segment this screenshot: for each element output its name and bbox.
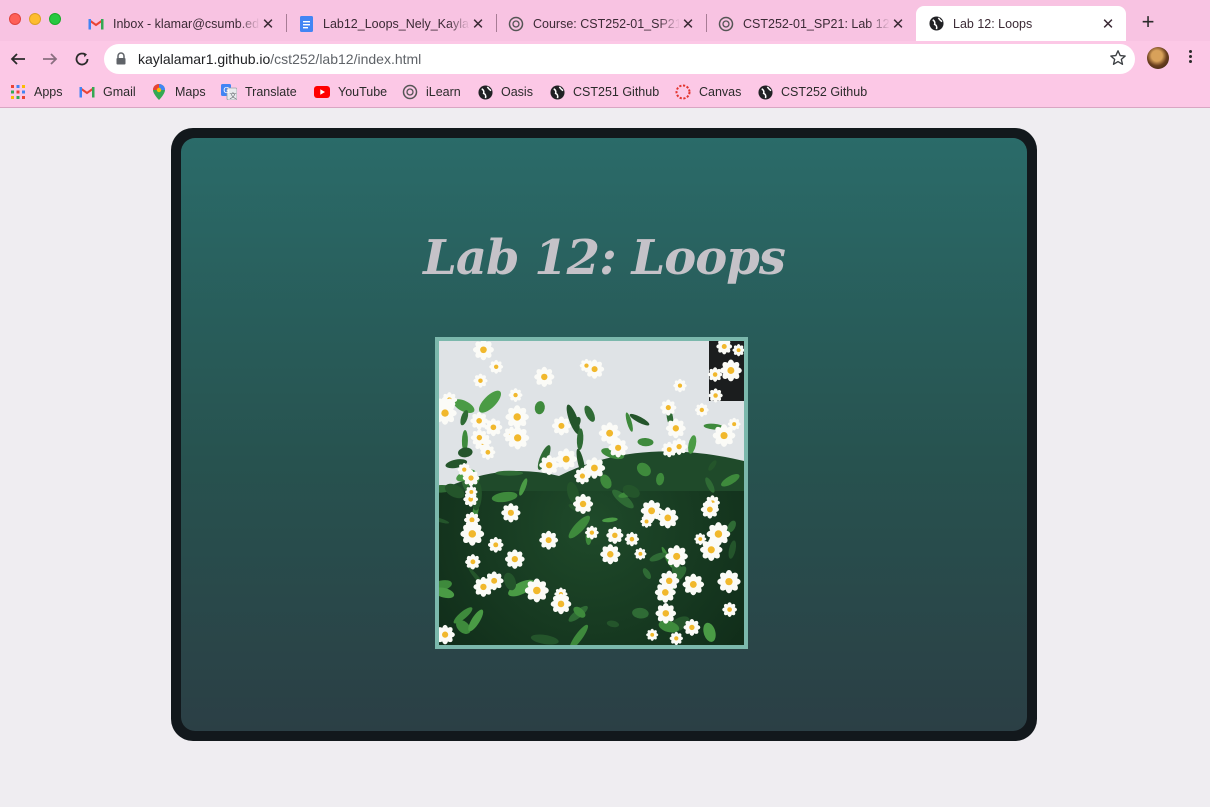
- bookmark-label: Oasis: [501, 85, 533, 99]
- gmail-icon: [79, 84, 95, 100]
- bookmark-label: iLearn: [426, 85, 461, 99]
- lock-icon[interactable]: [116, 52, 126, 70]
- translate-icon: G文: [221, 84, 237, 100]
- bookmark-label: Maps: [175, 85, 206, 99]
- bookmark-ilearn[interactable]: iLearn: [402, 82, 461, 102]
- bookmark-youtube[interactable]: YouTube: [314, 82, 387, 102]
- apps-grid-icon: [10, 84, 26, 100]
- tab-title: Inbox - klamar@csumb.edu: [113, 16, 260, 31]
- bookmark-gmail[interactable]: Gmail: [79, 82, 136, 102]
- bookmark-canvas[interactable]: Canvas: [675, 82, 741, 102]
- bookmark-label: YouTube: [338, 85, 388, 99]
- bookmark-label: Canvas: [699, 85, 742, 99]
- bookmark-cst252-github[interactable]: CST252 Github: [757, 82, 867, 102]
- close-window-button[interactable]: [9, 13, 21, 25]
- close-tab-icon[interactable]: ✕: [260, 15, 276, 33]
- close-tab-icon[interactable]: ✕: [470, 15, 486, 33]
- bookmark-maps[interactable]: Maps: [151, 82, 206, 102]
- url-host: kaylalamar1.github.io: [138, 51, 271, 67]
- gmail-icon: [88, 16, 104, 32]
- browser-menu-icon[interactable]: [1182, 48, 1198, 68]
- globe-icon: [757, 84, 773, 100]
- globe-icon: [549, 84, 565, 100]
- tab-title: Lab12_Loops_Nely_Kayla: [323, 16, 469, 31]
- forward-arrow-icon[interactable]: [38, 47, 62, 71]
- tab-docs[interactable]: Lab12_Loops_Nely_Kayla ✕: [286, 6, 496, 41]
- bookmark-oasis[interactable]: Oasis: [477, 82, 533, 102]
- bookmark-label: CST251 Github: [573, 85, 660, 99]
- tab-title: Lab 12: Loops: [953, 16, 1033, 31]
- globe-icon: [928, 16, 944, 32]
- globe-icon: [477, 84, 493, 100]
- close-tab-icon[interactable]: ✕: [1100, 15, 1116, 33]
- maps-pin-icon: [151, 84, 167, 100]
- close-tab-icon[interactable]: ✕: [680, 15, 696, 33]
- bookmarks-bar: Apps Gmail Maps G文 Translate YouTube iLe…: [0, 77, 1210, 108]
- bookmark-star-icon[interactable]: [1109, 49, 1127, 72]
- close-tab-icon[interactable]: ✕: [890, 15, 906, 33]
- new-tab-button[interactable]: +: [1139, 10, 1157, 34]
- bookmark-cst251-github[interactable]: CST251 Github: [549, 82, 659, 102]
- minimize-window-button[interactable]: [29, 13, 41, 25]
- daisy-flowers-image: [439, 341, 744, 645]
- ilearn-icon: [718, 16, 734, 32]
- bookmark-label: Apps: [34, 85, 63, 99]
- google-docs-icon: [298, 15, 314, 32]
- bookmark-label: Translate: [245, 85, 297, 99]
- back-arrow-icon[interactable]: [6, 47, 30, 71]
- bookmark-label: CST252 Github: [781, 85, 868, 99]
- youtube-icon: [314, 84, 330, 100]
- browser-toolbar: kaylalamar1.github.io/cst252/lab12/index…: [0, 41, 1210, 77]
- maximize-window-button[interactable]: [49, 13, 61, 25]
- ilearn-icon: [402, 84, 418, 100]
- tab-lab-assignment[interactable]: CST252-01_SP21: Lab 12 ✕: [706, 6, 916, 41]
- bookmark-label: Gmail: [103, 85, 136, 99]
- device-frame: Lab 12: Loops: [171, 128, 1037, 741]
- tab-title: Course: CST252-01_SP21: [533, 16, 680, 31]
- flower-photo: [435, 337, 748, 649]
- bookmark-apps[interactable]: Apps: [10, 82, 63, 102]
- tab-inbox[interactable]: Inbox - klamar@csumb.edu ✕: [76, 6, 286, 41]
- bookmark-translate[interactable]: G文 Translate: [221, 82, 297, 102]
- svg-text:文: 文: [230, 91, 237, 100]
- url-text[interactable]: kaylalamar1.github.io/cst252/lab12/index…: [138, 51, 421, 67]
- profile-avatar[interactable]: [1147, 47, 1169, 69]
- page-title: Lab 12: Loops: [423, 230, 786, 286]
- url-path: /cst252/lab12/index.html: [270, 51, 422, 67]
- address-bar[interactable]: kaylalamar1.github.io/cst252/lab12/index…: [104, 44, 1135, 74]
- tab-course[interactable]: Course: CST252-01_SP21 ✕: [496, 6, 706, 41]
- content-screen: Lab 12: Loops: [181, 138, 1027, 731]
- tab-lab12-loops[interactable]: Lab 12: Loops ✕: [916, 6, 1126, 41]
- canvas-icon: [675, 84, 691, 100]
- tab-strip: Inbox - klamar@csumb.edu ✕ Lab12_Loops_N…: [0, 0, 1210, 41]
- tab-title: CST252-01_SP21: Lab 12: [743, 16, 890, 31]
- reload-icon[interactable]: [70, 47, 94, 71]
- ilearn-icon: [508, 16, 524, 32]
